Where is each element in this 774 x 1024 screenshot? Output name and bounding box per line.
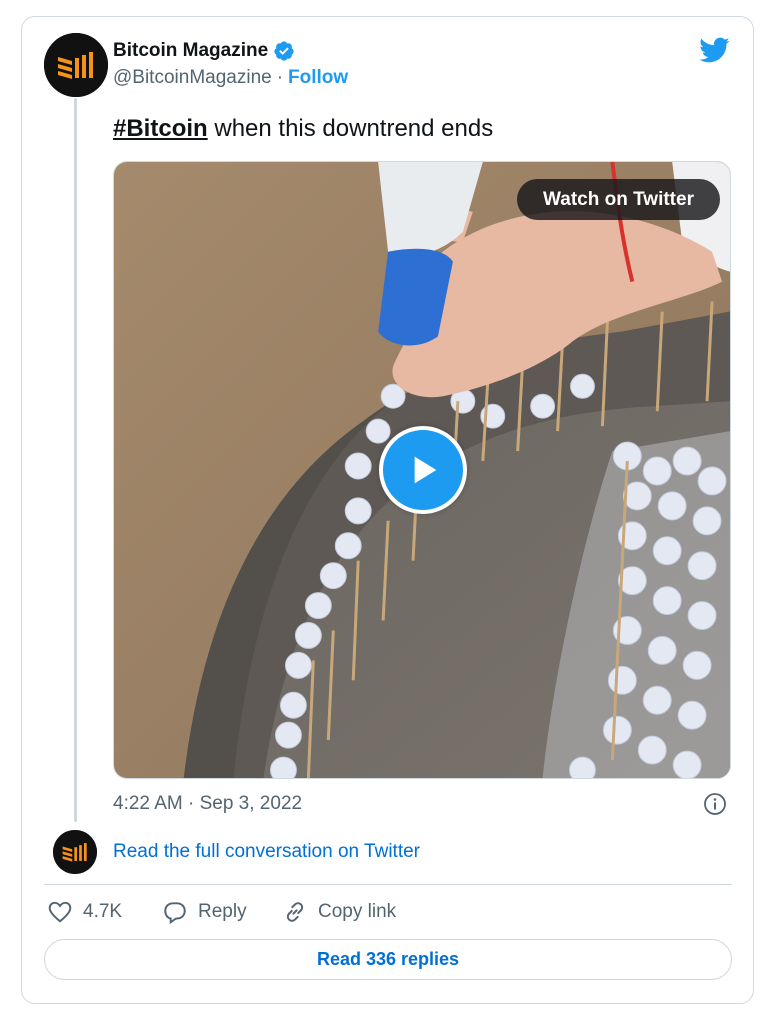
tweet-text: #Bitcoin when this downtrend ends [113, 115, 493, 143]
copy-link-action[interactable]: Copy link [282, 899, 396, 925]
verified-badge-icon [273, 40, 295, 62]
read-replies-button[interactable]: Read 336 replies [44, 939, 732, 980]
follow-button[interactable]: Follow [288, 67, 348, 89]
tweet-timestamp[interactable]: 4:22 AM · Sep 3, 2022 [113, 793, 302, 815]
tweet-body: when this downtrend ends [207, 115, 494, 142]
play-button[interactable] [379, 426, 467, 514]
heart-icon [48, 901, 72, 923]
info-icon[interactable] [703, 792, 727, 816]
author-avatar[interactable] [44, 33, 108, 97]
thread-line [74, 98, 77, 822]
hashtag-link[interactable]: #Bitcoin [113, 115, 208, 142]
reply-action[interactable]: Reply [162, 899, 247, 925]
bitcoin-magazine-logo [44, 33, 108, 97]
watch-on-twitter-button[interactable]: Watch on Twitter [517, 179, 720, 220]
like-action[interactable]: 4.7K [47, 899, 122, 925]
bitcoin-magazine-logo [53, 830, 97, 874]
separator: · [276, 67, 284, 88]
read-conversation-link[interactable]: Read the full conversation on Twitter [113, 841, 420, 863]
author-handle-row: @BitcoinMagazine · Follow [113, 67, 348, 89]
conversation-avatar[interactable] [53, 830, 97, 874]
link-icon [286, 902, 304, 922]
divider [44, 884, 732, 885]
author-name[interactable]: Bitcoin Magazine [113, 40, 268, 62]
reply-icon [164, 902, 186, 925]
author-handle[interactable]: @BitcoinMagazine [113, 67, 272, 89]
reply-label: Reply [198, 901, 247, 922]
twitter-bird-icon[interactable] [698, 36, 730, 64]
like-count: 4.7K [83, 901, 123, 922]
copy-link-label: Copy link [318, 901, 397, 922]
author-name-row: Bitcoin Magazine [113, 40, 295, 62]
play-icon [414, 456, 437, 484]
